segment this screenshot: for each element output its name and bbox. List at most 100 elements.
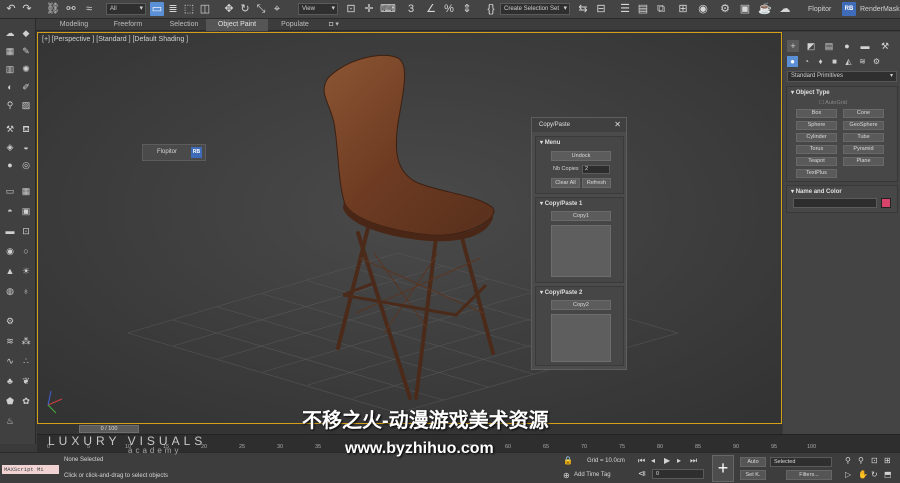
- cameras-icon[interactable]: ■: [829, 56, 840, 67]
- pyramid-button[interactable]: Pyramid: [843, 145, 884, 154]
- rock-icon[interactable]: ⬟: [4, 395, 16, 407]
- flame-icon[interactable]: ♨: [4, 415, 16, 427]
- film-icon[interactable]: ▥: [4, 63, 16, 75]
- clear-all-button[interactable]: Clear All: [551, 178, 580, 188]
- select-object-icon[interactable]: ▭: [150, 2, 164, 16]
- layer-explorer-icon[interactable]: ▤: [636, 2, 650, 16]
- rb-badge[interactable]: RB: [842, 2, 856, 16]
- create-tab-icon[interactable]: +: [787, 40, 799, 52]
- copy1-thumbnail[interactable]: [551, 225, 611, 277]
- region-select-icon[interactable]: ⬚: [182, 2, 196, 16]
- spline-icon[interactable]: ∿: [4, 355, 16, 367]
- set-key-button[interactable]: Set K.: [740, 470, 766, 480]
- next-frame-icon[interactable]: ▸: [677, 456, 681, 465]
- spinner-snap-icon[interactable]: ⇕: [460, 2, 474, 16]
- teapot-button[interactable]: Teapot: [796, 157, 837, 166]
- leaf-icon[interactable]: ❦: [20, 375, 32, 387]
- undock-button[interactable]: Undock: [551, 151, 611, 161]
- key-mode-icon[interactable]: ⧏: [638, 469, 646, 478]
- selection-filter-dropdown[interactable]: All: [106, 3, 146, 15]
- pivot-center-icon[interactable]: ⊡: [344, 2, 358, 16]
- object-color-swatch[interactable]: [881, 198, 891, 208]
- flopitor-toolbar-label[interactable]: Flopitor: [808, 0, 831, 19]
- grid-icon[interactable]: ▦: [20, 185, 32, 197]
- maximize-viewport-icon[interactable]: ⬒: [884, 470, 892, 479]
- pot-icon[interactable]: ◍: [4, 285, 16, 297]
- copy1-button[interactable]: Copy1: [551, 211, 611, 221]
- object-type-title[interactable]: ▾ Object Type: [791, 89, 830, 96]
- pin-icon[interactable]: ⚲: [4, 99, 16, 111]
- ribbon-options-icon[interactable]: ◘ ▾: [326, 19, 342, 31]
- orbit-icon[interactable]: ↻: [871, 470, 878, 479]
- move-icon[interactable]: ✥: [222, 2, 236, 16]
- zoom-icon[interactable]: ⚲: [845, 456, 851, 465]
- prev-frame-icon[interactable]: ◂: [651, 456, 655, 465]
- maxscript-listener[interactable]: MAXScript Mi: [2, 465, 59, 474]
- map-icon[interactable]: ▨: [20, 99, 32, 111]
- percent-snap-icon[interactable]: %: [442, 2, 456, 16]
- utilities-tab-icon[interactable]: ⚒: [879, 40, 891, 52]
- tab-populate[interactable]: Populate: [270, 19, 320, 31]
- render-setup-icon[interactable]: ⚙: [718, 2, 732, 16]
- time-tag-icon[interactable]: ⊕: [563, 471, 570, 480]
- drop-icon[interactable]: ◒: [20, 141, 32, 153]
- object-name-field[interactable]: [793, 198, 877, 208]
- paint-icon[interactable]: ◐: [4, 81, 16, 93]
- material-editor-icon[interactable]: ◉: [696, 2, 710, 16]
- spacewarps-icon[interactable]: ≋: [857, 56, 868, 67]
- select-manipulate-icon[interactable]: ✛: [362, 2, 376, 16]
- auto-key-button[interactable]: Auto: [740, 457, 766, 467]
- named-selection-dropdown[interactable]: Create Selection Set: [500, 3, 570, 15]
- name-color-title[interactable]: ▾ Name and Color: [791, 188, 842, 195]
- bind-spacewarp-icon[interactable]: ≈: [82, 2, 96, 16]
- cone-button[interactable]: Cone: [843, 109, 884, 118]
- sun-icon[interactable]: ☀: [20, 265, 32, 277]
- named-selection-icon[interactable]: {}: [484, 2, 498, 16]
- redo-icon[interactable]: ↷: [20, 2, 34, 16]
- fov-icon[interactable]: ▷: [845, 470, 851, 479]
- tree-icon[interactable]: ♣: [4, 375, 16, 387]
- plane-icon[interactable]: ▬: [4, 225, 16, 237]
- rendermask-label[interactable]: RenderMask: [860, 0, 900, 19]
- hierarchy-tab-icon[interactable]: ▤: [823, 40, 835, 52]
- schematic-view-icon[interactable]: ⊞: [676, 2, 690, 16]
- perspective-viewport[interactable]: [+] [Perspective ] [Standard ] [Default …: [37, 32, 782, 424]
- sphere-button[interactable]: Sphere: [796, 121, 837, 130]
- time-slider-thumb[interactable]: 0 / 100: [79, 425, 139, 433]
- systems-icon[interactable]: ⚙: [871, 56, 882, 67]
- zoom-extents-all-icon[interactable]: ⊞: [884, 456, 891, 465]
- add-time-tag[interactable]: Add Time Tag: [574, 472, 611, 478]
- set-key-plus-icon[interactable]: +: [712, 455, 734, 482]
- geometry-icon[interactable]: ●: [787, 56, 798, 67]
- dots-icon[interactable]: ∴: [20, 355, 32, 367]
- lock-icon[interactable]: 🔒: [563, 456, 573, 465]
- primitives-dropdown[interactable]: Standard Primitives: [787, 71, 897, 82]
- render-production-icon[interactable]: ☕: [758, 2, 772, 16]
- sphere-icon[interactable]: ●: [4, 159, 16, 171]
- render-frame-icon[interactable]: ▣: [738, 2, 752, 16]
- tab-modeling[interactable]: Modeling: [48, 19, 100, 31]
- ring-icon[interactable]: ○: [20, 245, 32, 257]
- curve-editor-icon[interactable]: ⧉: [654, 2, 668, 16]
- copy-paste-titlebar[interactable]: Copy/Paste ✕: [532, 118, 626, 132]
- pan-icon[interactable]: ✋: [858, 470, 868, 479]
- torus-button[interactable]: Torus: [796, 145, 837, 154]
- cloud-icon[interactable]: ☁: [4, 27, 16, 39]
- window-crossing-icon[interactable]: ◫: [198, 2, 212, 16]
- nb-copies-spinner[interactable]: 2: [582, 165, 610, 174]
- layers-icon[interactable]: ▭: [4, 185, 16, 197]
- shapes-icon[interactable]: ◔: [801, 56, 812, 67]
- snap-toggle-icon[interactable]: 3: [404, 2, 418, 16]
- angle-snap-icon[interactable]: ∠: [424, 2, 438, 16]
- graph-icon[interactable]: ▦: [4, 45, 16, 57]
- undo-icon[interactable]: ↶: [4, 2, 18, 16]
- place-icon[interactable]: ⌖: [270, 2, 284, 16]
- cylinder-button[interactable]: Cylinder: [796, 133, 837, 142]
- key-filter-dropdown[interactable]: Selected: [770, 457, 832, 467]
- torus-icon[interactable]: ◎: [20, 159, 32, 171]
- copy2-button[interactable]: Copy2: [551, 300, 611, 310]
- goto-end-icon[interactable]: ⏭: [690, 456, 697, 466]
- display-tab-icon[interactable]: ▬: [859, 40, 871, 52]
- copy-paste-1-title[interactable]: ▾ Copy/Paste 1: [540, 200, 582, 207]
- menu-rollout-title[interactable]: ▾ Menu: [540, 139, 560, 146]
